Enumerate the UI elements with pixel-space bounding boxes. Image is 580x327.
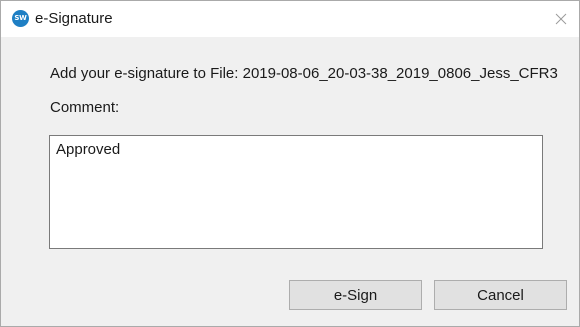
e-signature-dialog: SW e-Signature Add your e-signature to F… bbox=[0, 0, 580, 327]
cancel-button[interactable]: Cancel bbox=[434, 280, 567, 310]
solidworks-logo-icon: SW bbox=[12, 10, 29, 27]
title-bar[interactable]: SW e-Signature bbox=[1, 1, 579, 37]
signature-prompt: Add your e-signature to File: 2019-08-06… bbox=[50, 65, 558, 82]
close-icon bbox=[555, 13, 567, 25]
app-icon-text: SW bbox=[14, 14, 27, 22]
comment-label: Comment: bbox=[50, 99, 120, 116]
e-sign-button[interactable]: e-Sign bbox=[289, 280, 422, 310]
comment-field[interactable]: Approved bbox=[49, 135, 543, 249]
close-button[interactable] bbox=[549, 8, 573, 30]
window-title: e-Signature bbox=[35, 10, 113, 27]
